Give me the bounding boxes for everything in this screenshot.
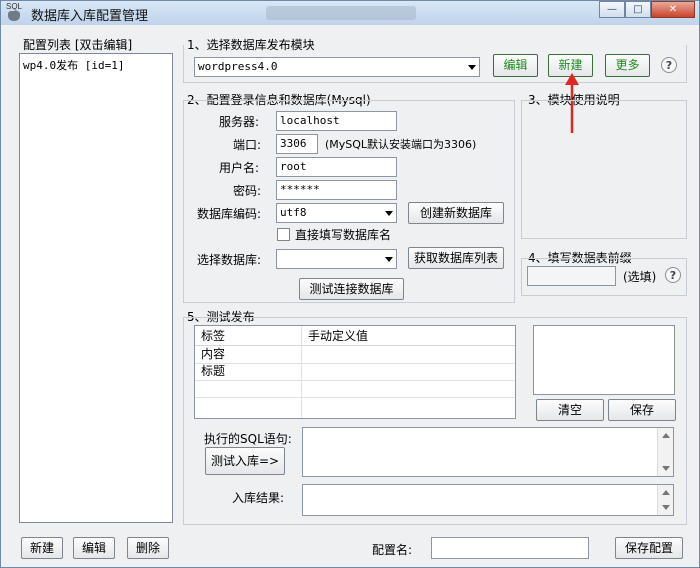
clear-button[interactable]: 清空 bbox=[536, 399, 604, 421]
insert-result-textarea[interactable] bbox=[302, 484, 674, 516]
blurred-title-region bbox=[266, 6, 416, 20]
scroll-down-arrow-icon[interactable] bbox=[662, 505, 670, 510]
encoding-label: 数据库编码: bbox=[197, 207, 262, 221]
delete-config-button[interactable]: 删除 bbox=[127, 537, 169, 559]
window-title: 数据库入库配置管理 bbox=[31, 9, 149, 24]
config-name-input[interactable] bbox=[431, 537, 589, 559]
config-list-item[interactable]: wp4.0发布 [id=1] bbox=[23, 57, 124, 73]
edit-config-button[interactable]: 编辑 bbox=[73, 537, 115, 559]
database-select[interactable] bbox=[276, 249, 397, 269]
fetch-database-list-button[interactable]: 获取数据库列表 bbox=[408, 247, 504, 269]
direct-input-label: 直接填写数据库名 bbox=[295, 228, 392, 242]
insert-result-label: 入库结果: bbox=[232, 491, 285, 505]
test-connection-button[interactable]: 测试连接数据库 bbox=[299, 278, 404, 300]
field-table[interactable]: 标签 手动定义值 内容 标题 bbox=[194, 325, 516, 419]
table-row-tag[interactable]: 内容 bbox=[195, 346, 301, 363]
new-config-button[interactable]: 新建 bbox=[21, 537, 63, 559]
dropdown-arrow-icon bbox=[385, 211, 393, 216]
value-editor-textarea[interactable] bbox=[533, 325, 675, 395]
edit-module-button[interactable]: 编辑 bbox=[493, 54, 538, 77]
encoding-select-value: utf8 bbox=[280, 206, 307, 219]
database-app-icon: SQL bbox=[4, 2, 24, 22]
maximize-button[interactable]: □ bbox=[625, 1, 651, 18]
module-select-value: wordpress4.0 bbox=[198, 60, 278, 73]
database-cylinder-shape bbox=[8, 11, 20, 21]
scroll-up-arrow-icon[interactable] bbox=[662, 490, 670, 495]
sql-statement-label: 执行的SQL语句: bbox=[204, 432, 292, 446]
scrollbar[interactable] bbox=[657, 485, 673, 515]
scroll-down-arrow-icon[interactable] bbox=[662, 466, 670, 471]
app-window: SQL 数据库入库配置管理 — □ ✕ 配置列表 [双击编辑] wp4.0发布 … bbox=[0, 0, 700, 568]
module-instructions-group bbox=[521, 100, 687, 239]
server-input[interactable]: localhost bbox=[276, 111, 397, 131]
dropdown-arrow-icon bbox=[385, 257, 393, 262]
username-input[interactable]: root bbox=[276, 157, 397, 177]
port-input[interactable]: 3306 bbox=[276, 134, 318, 154]
port-label: 端口: bbox=[233, 138, 262, 152]
optional-label: (选填) bbox=[623, 270, 657, 284]
dropdown-arrow-icon bbox=[468, 65, 476, 70]
config-list-header: 配置列表 [双击编辑] bbox=[23, 38, 133, 52]
column-header-tag[interactable]: 标签 bbox=[195, 326, 302, 346]
column-header-value[interactable]: 手动定义值 bbox=[302, 326, 515, 346]
app-icon-text: SQL bbox=[5, 2, 22, 11]
window-controls: — □ ✕ bbox=[599, 1, 695, 19]
title-bar: SQL 数据库入库配置管理 — □ ✕ bbox=[1, 1, 699, 25]
select-database-label: 选择数据库: bbox=[197, 253, 262, 267]
save-value-button[interactable]: 保存 bbox=[608, 399, 676, 421]
module-help-icon[interactable]: ? bbox=[661, 57, 677, 73]
encoding-select[interactable]: utf8 bbox=[276, 203, 397, 223]
password-label: 密码: bbox=[233, 184, 262, 198]
port-hint: (MySQL默认安装端口为3306) bbox=[325, 138, 477, 151]
table-row-tag[interactable]: 标题 bbox=[195, 363, 301, 380]
prefix-help-icon[interactable]: ? bbox=[665, 267, 681, 283]
config-name-label: 配置名: bbox=[372, 543, 413, 557]
more-modules-button[interactable]: 更多 bbox=[605, 54, 650, 77]
table-prefix-input[interactable] bbox=[527, 266, 616, 286]
row-divider bbox=[195, 380, 515, 381]
config-list[interactable]: wp4.0发布 [id=1] bbox=[19, 53, 173, 523]
table-row-value[interactable] bbox=[302, 346, 515, 363]
save-config-button[interactable]: 保存配置 bbox=[615, 537, 683, 559]
scrollbar[interactable] bbox=[657, 428, 673, 476]
minimize-button[interactable]: — bbox=[599, 1, 625, 18]
create-database-button[interactable]: 创建新数据库 bbox=[408, 202, 504, 224]
sql-statement-textarea[interactable] bbox=[302, 427, 674, 477]
server-label: 服务器: bbox=[219, 115, 260, 129]
direct-input-checkbox[interactable] bbox=[277, 228, 290, 241]
row-divider bbox=[195, 397, 515, 398]
close-button[interactable]: ✕ bbox=[651, 1, 695, 18]
password-input[interactable]: ****** bbox=[276, 180, 397, 200]
scroll-up-arrow-icon[interactable] bbox=[662, 433, 670, 438]
module-select[interactable]: wordpress4.0 bbox=[194, 57, 480, 77]
username-label: 用户名: bbox=[219, 161, 260, 175]
table-row-value[interactable] bbox=[302, 363, 515, 380]
test-insert-button[interactable]: 测试入库=> bbox=[205, 447, 285, 475]
